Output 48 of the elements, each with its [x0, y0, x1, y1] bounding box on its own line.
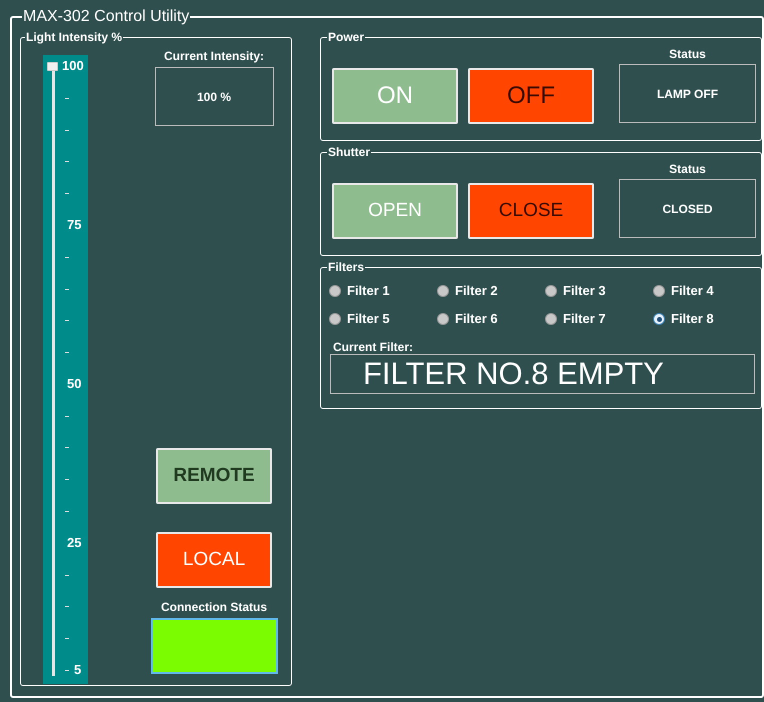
field-label: Current Intensity:	[164, 49, 264, 63]
group-title: Filters	[327, 260, 366, 274]
field-label: Connection Status	[160, 600, 267, 614]
window-title: MAX-302 Control Utility	[22, 8, 190, 26]
scale-label: 75	[67, 218, 82, 232]
scale-label: 25	[67, 536, 82, 550]
filter-display: FILTER NO.8 EMPTY	[330, 354, 755, 394]
tick-mark	[65, 193, 69, 194]
shutter-button[interactable]: CLOSE	[468, 183, 594, 239]
filter-radio[interactable]: Filter 2	[437, 282, 545, 300]
scale-label: 50	[67, 376, 82, 391]
tick-mark	[65, 606, 69, 608]
field-label: Status	[669, 47, 706, 61]
field-label: Status	[669, 162, 706, 176]
tick-mark	[65, 320, 69, 322]
scale-label: 100	[62, 59, 84, 73]
status-display: LAMP OFF	[619, 64, 756, 123]
tick-mark	[65, 256, 69, 258]
intensity-display: 100 %	[154, 67, 274, 126]
tick-mark	[65, 98, 69, 99]
tick-mark	[65, 288, 69, 290]
tick-mark	[65, 130, 69, 131]
group-title: Power	[327, 30, 366, 44]
field-label: Current Filter:	[333, 340, 414, 354]
group-title: Shutter	[327, 145, 371, 159]
status-display: CLOSED	[619, 179, 756, 238]
filter-radio[interactable]: Filter 6	[437, 310, 545, 328]
mode-button[interactable]: REMOTE	[156, 448, 272, 504]
filter-radio[interactable]: Filter 5	[329, 310, 437, 328]
filter-radio[interactable]: Filter 7	[545, 310, 653, 328]
intensity-slider[interactable]: 100 75 50 25 5	[43, 55, 88, 684]
tick-mark	[65, 447, 69, 448]
slider-thumb[interactable]	[47, 62, 58, 71]
tick-mark	[65, 161, 69, 162]
power-button[interactable]: OFF	[468, 68, 594, 124]
tick-mark	[65, 352, 69, 354]
tick-mark	[65, 574, 69, 576]
tick-mark	[65, 479, 69, 480]
filter-radio[interactable]: Filter 4	[653, 282, 761, 300]
group-title: Light Intensity %	[25, 30, 123, 44]
filter-radio[interactable]: Filter 3	[545, 282, 653, 300]
tick-mark	[65, 511, 69, 512]
filter-radio[interactable]: Filter 8	[653, 310, 761, 328]
scale-label: 5	[74, 663, 82, 677]
filter-radio[interactable]: Filter 1	[329, 282, 437, 300]
tick-mark	[65, 638, 69, 640]
tick-mark	[65, 670, 69, 671]
tick-mark	[65, 416, 69, 417]
